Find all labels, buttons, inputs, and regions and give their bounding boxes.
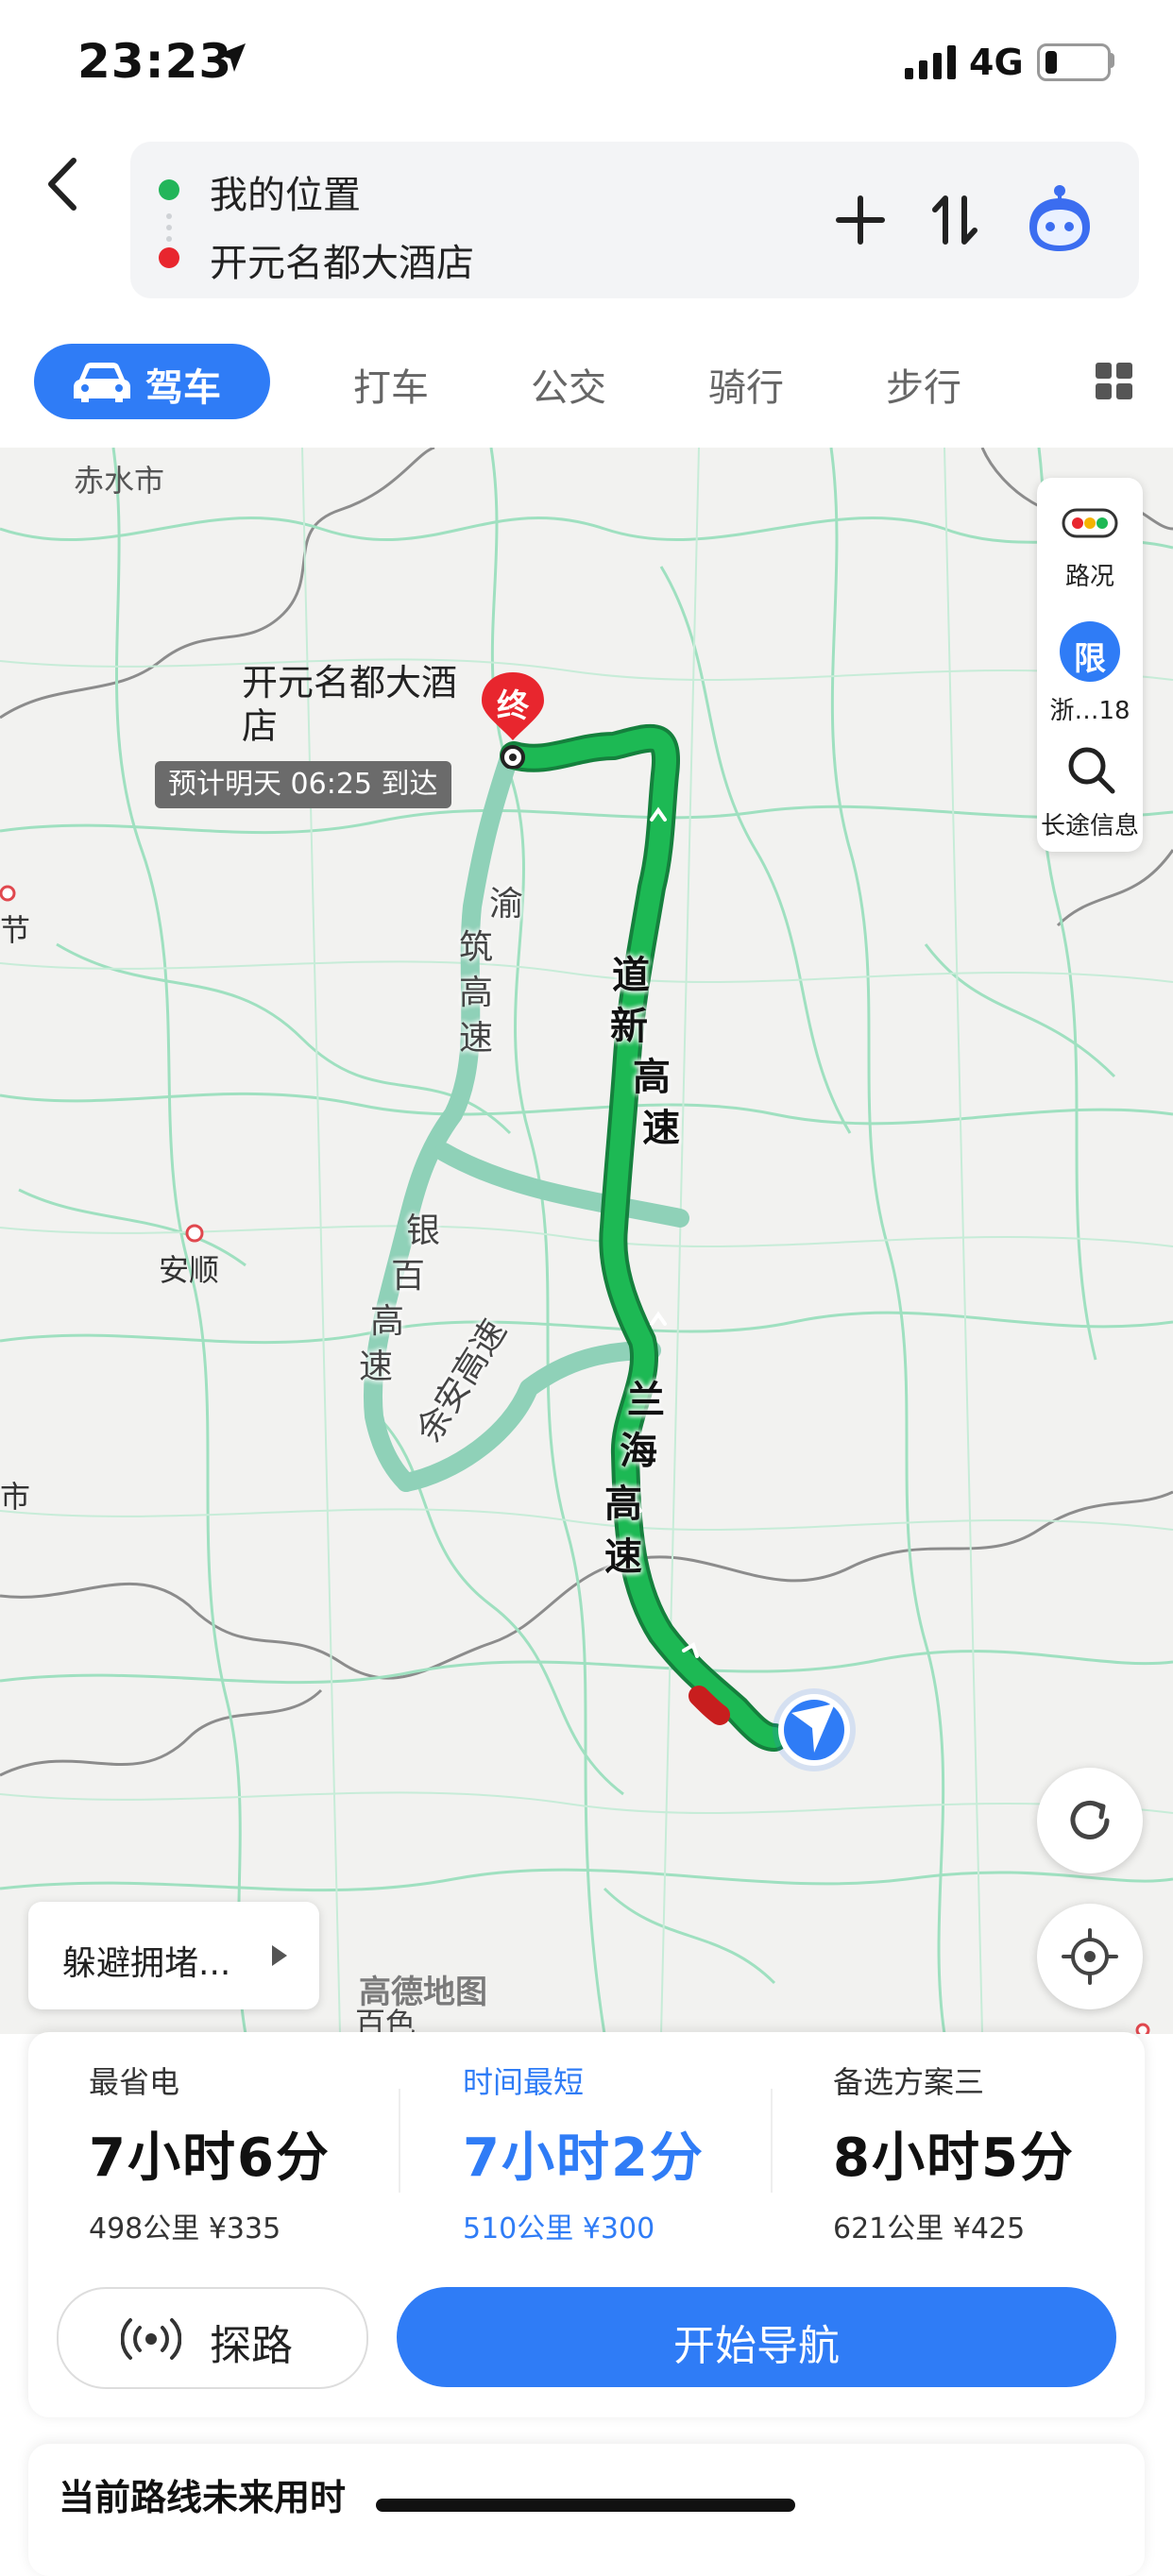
map-canvas [0, 448, 1173, 2034]
long-trip-info[interactable]: 长途信息 [1037, 738, 1143, 842]
locate-button[interactable] [1037, 1904, 1143, 2009]
destination-location[interactable]: 开元名都大酒店 [210, 232, 474, 287]
avoid-congestion-button[interactable]: 躲避拥堵... [28, 1902, 319, 2009]
map-side-panel: 路况 限 浙…18 长途信息 [1037, 478, 1143, 852]
route-option-tag: 备选方案三 [833, 2064, 985, 2100]
route-option-meta: 510公里 ¥300 [463, 2212, 655, 2246]
swap-icon[interactable] [922, 187, 988, 253]
grid-menu-icon[interactable] [1096, 363, 1133, 400]
car-icon [74, 363, 130, 402]
traffic-toggle[interactable]: 路况 [1037, 497, 1143, 601]
start-navigation-label: 开始导航 [673, 2322, 840, 2370]
home-indicator [376, 2499, 795, 2512]
start-dot-icon [159, 179, 179, 200]
destination-marker-label: 终 [497, 687, 529, 725]
tab-drive-label: 驾车 [145, 366, 221, 410]
back-icon[interactable] [38, 151, 91, 217]
route-option-meta: 498公里 ¥335 [89, 2212, 281, 2246]
road-label-char: 百 [391, 1257, 426, 1296]
explore-label: 探路 [210, 2322, 293, 2370]
route-option-2[interactable]: 时间最短 7小时2分 510公里 ¥300 [463, 2059, 803, 2246]
divider [771, 2089, 773, 2193]
road-label-char: 速 [642, 1107, 680, 1150]
location-arrow-icon [217, 43, 246, 72]
play-triangle-icon [272, 1945, 287, 1966]
place-label: 安顺 [159, 1252, 220, 1288]
route-option-3[interactable]: 备选方案三 8小时5分 621公里 ¥425 [833, 2059, 1173, 2246]
tab-drive[interactable]: 驾车 [34, 344, 270, 419]
road-label-char: 筑 [459, 928, 494, 967]
battery-icon [1037, 43, 1111, 81]
start-location[interactable]: 我的位置 [210, 164, 361, 219]
tab-walk[interactable]: 步行 [886, 357, 961, 412]
eta-tag: 预计明天 06:25 到达 [155, 761, 451, 808]
destination-marker[interactable]: 终 [478, 670, 548, 769]
traffic-restriction[interactable]: 限 浙…18 [1037, 618, 1143, 725]
avoid-congestion-label: 躲避拥堵... [62, 1944, 231, 1983]
status-bar: 23:23 4G [0, 0, 1173, 132]
road-label-char: 高 [459, 974, 494, 1012]
network-label: 4G [969, 42, 1024, 83]
broadcast-icon [121, 2318, 181, 2360]
road-label-char: 速 [604, 1535, 642, 1579]
route-option-1[interactable]: 最省电 7小时6分 498公里 ¥335 [89, 2059, 429, 2246]
destination-name: 开元名都大酒店 [242, 662, 458, 747]
explore-button[interactable]: 探路 [57, 2287, 368, 2389]
plus-icon[interactable] [827, 187, 893, 253]
restriction-badge: 限 [1060, 621, 1120, 682]
assistant-icon[interactable] [1020, 179, 1099, 259]
divider [399, 2089, 400, 2193]
tab-taxi[interactable]: 打车 [353, 357, 429, 412]
road-label-char: 速 [459, 1019, 494, 1058]
traffic-light-icon [1062, 508, 1118, 538]
end-dot-icon [159, 247, 179, 268]
road-label-char: 高 [604, 1483, 642, 1526]
road-label-char: 速 [359, 1347, 394, 1386]
long-trip-label: 长途信息 [1040, 812, 1139, 840]
crosshair-icon [1062, 1928, 1118, 1985]
road-label-char: 高 [370, 1302, 405, 1341]
road-label-char: 高 [633, 1056, 671, 1099]
tab-bus[interactable]: 公交 [531, 357, 606, 412]
restriction-label: 浙…18 [1049, 697, 1130, 725]
place-label: 节 [0, 912, 31, 948]
place-label: 赤水市 [74, 463, 165, 499]
route-option-tag: 时间最短 [463, 2064, 585, 2100]
traffic-label: 路况 [1064, 563, 1114, 591]
route-option-tag: 最省电 [89, 2064, 180, 2100]
refresh-icon [1070, 1800, 1110, 1839]
map-view[interactable] [0, 448, 1173, 2034]
route-options-card: 最省电 7小时6分 498公里 ¥335 时间最短 7小时2分 510公里 ¥3… [28, 2032, 1145, 2417]
start-navigation-button[interactable]: 开始导航 [397, 2287, 1116, 2387]
road-label-char: 道 [612, 954, 650, 997]
status-time: 23:23 [77, 34, 233, 89]
refresh-button[interactable] [1037, 1768, 1143, 1873]
road-label-char: 渝 [489, 885, 524, 924]
connector-dots [166, 213, 172, 242]
search-icon [1068, 747, 1115, 794]
road-label-char: 银 [406, 1212, 441, 1250]
route-option-time: 7小时6分 [89, 2127, 331, 2189]
future-time-label: 当前路线未来用时 [59, 2477, 347, 2518]
road-label-char: 兰 [627, 1379, 665, 1422]
signal-icon [905, 45, 956, 79]
route-option-meta: 621公里 ¥425 [833, 2212, 1026, 2246]
place-label: 市 [0, 1479, 31, 1515]
route-option-time: 8小时5分 [833, 2127, 1075, 2189]
road-label-char: 海 [620, 1430, 657, 1473]
route-option-time: 7小时2分 [463, 2127, 705, 2189]
route-input-box[interactable]: 我的位置 开元名都大酒店 [130, 142, 1139, 298]
restriction-badge-label: 限 [1074, 640, 1106, 678]
road-label-char: 新 [610, 1005, 648, 1048]
tab-bike[interactable]: 骑行 [708, 357, 784, 412]
